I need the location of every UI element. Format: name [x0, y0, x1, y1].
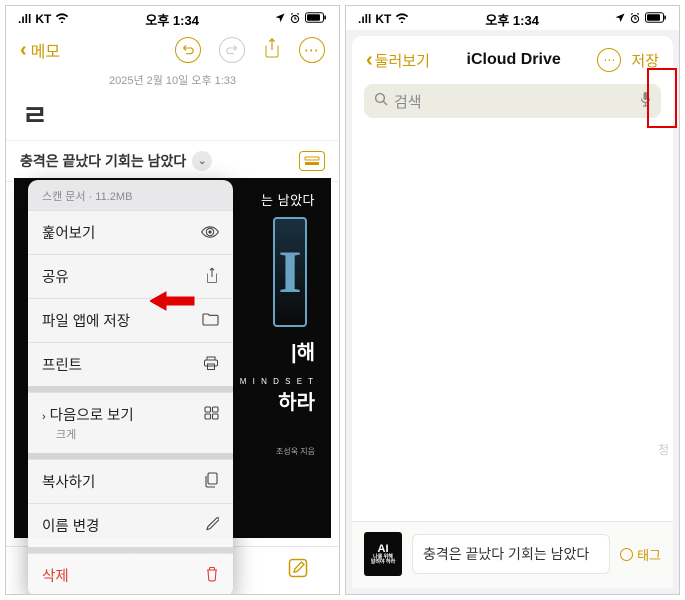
back-label: 메모 — [31, 38, 60, 62]
eye-icon — [201, 225, 219, 241]
status-bar: .ıll KT 오후 1:34 — [346, 6, 679, 30]
phone-left-notes-app: .ıll KT 오후 1:34 ‹ 메모 — [5, 5, 340, 595]
alarm-icon — [289, 12, 301, 27]
chevron-down-icon[interactable]: ⌄ — [192, 151, 212, 171]
scan-view-icon[interactable] — [299, 151, 325, 171]
printer-icon — [203, 356, 219, 374]
copy-icon — [204, 472, 219, 491]
index-letter: 청 — [658, 441, 669, 458]
share-button[interactable] — [263, 37, 281, 64]
battery-icon — [645, 12, 667, 26]
search-placeholder: 검색 — [394, 91, 422, 112]
wifi-icon — [55, 12, 69, 26]
attachment-title[interactable]: 충격은 끝났다 기회는 남았다 — [20, 151, 186, 171]
save-button[interactable]: 저장 — [631, 50, 659, 71]
book-subtitle: |해 M I N D S E T 하라 — [240, 341, 315, 416]
menu-copy[interactable]: 복사하기 — [28, 459, 233, 503]
attachment-header-bar: 충격은 끝났다 기회는 남았다 ⌄ — [6, 140, 339, 182]
undo-button[interactable] — [175, 37, 201, 63]
trash-icon — [205, 566, 219, 585]
new-note-button[interactable] — [288, 558, 308, 584]
nav-bar: ‹ 메모 ⋯ — [6, 30, 339, 70]
book-author: 조성욱 지음 — [276, 446, 315, 457]
alarm-icon — [629, 12, 641, 27]
browse-back-button[interactable]: ‹ 둘러보기 — [366, 49, 430, 72]
signal-strength-icon: .ıll — [18, 12, 31, 26]
battery-icon — [305, 12, 327, 26]
more-button[interactable]: ⋯ — [299, 37, 325, 63]
back-button[interactable]: ‹ 메모 — [20, 38, 60, 62]
pencil-icon — [205, 517, 219, 534]
signal-strength-icon: .ıll — [358, 12, 371, 26]
menu-header: 스캔 문서 · 11.2MB — [28, 180, 233, 210]
note-body-text[interactable]: ㄹ — [6, 94, 339, 140]
carrier-label: KT — [35, 12, 51, 26]
grid-icon — [204, 406, 219, 423]
chevron-left-icon: ‹ — [366, 49, 373, 72]
sheet-nav: ‹ 둘러보기 iCloud Drive ⋯ 저장 — [352, 36, 673, 80]
file-thumbnail: AI 나를 위해알려야 하라 — [364, 532, 402, 576]
chevron-left-icon: ‹ — [20, 39, 27, 62]
share-icon — [205, 267, 219, 287]
save-file-bar: AI 나를 위해알려야 하라 충격은 끝났다 기회는 남았다 태그 — [352, 521, 673, 588]
wifi-icon — [395, 12, 409, 26]
folder-contents[interactable] — [352, 128, 673, 521]
status-bar: .ıll KT 오후 1:34 — [6, 6, 339, 30]
annotation-arrow-save-to-files — [150, 290, 196, 317]
location-icon — [275, 12, 285, 26]
sheet-title: iCloud Drive — [467, 51, 561, 69]
status-time: 오후 1:34 — [485, 10, 539, 29]
save-sheet: ‹ 둘러보기 iCloud Drive ⋯ 저장 검색 청 — [352, 36, 673, 588]
filename-input[interactable]: 충격은 끝났다 기회는 남았다 — [412, 534, 610, 574]
menu-rename[interactable]: 이름 변경 — [28, 503, 233, 547]
sheet-more-button[interactable]: ⋯ — [597, 48, 621, 72]
menu-view-as[interactable]: ›다음으로 보기 크게 — [28, 392, 233, 453]
search-field[interactable]: 검색 — [364, 84, 661, 118]
tag-button[interactable]: 태그 — [620, 545, 661, 564]
phone-right-files-save-dialog: .ıll KT 오후 1:34 ‹ 둘러보기 — [345, 5, 680, 595]
search-icon — [374, 92, 388, 110]
menu-print[interactable]: 프린트 — [28, 342, 233, 386]
book-title-fragment: 는 남았다 — [261, 190, 315, 209]
book-cover-letter: I — [273, 217, 307, 327]
redo-button — [219, 37, 245, 63]
carrier-label: KT — [375, 12, 391, 26]
folder-icon — [202, 313, 219, 329]
menu-quick-look[interactable]: 훑어보기 — [28, 210, 233, 254]
menu-share[interactable]: 공유 — [28, 254, 233, 298]
attachment-context-menu: 스캔 문서 · 11.2MB 훑어보기 공유 파일 앱에 저장 프린트 — [28, 180, 233, 595]
menu-save-to-files[interactable]: 파일 앱에 저장 — [28, 298, 233, 342]
note-timestamp: 2025년 2월 10일 오후 1:33 — [6, 70, 339, 94]
status-time: 오후 1:34 — [145, 10, 199, 29]
location-icon — [615, 12, 625, 26]
menu-delete[interactable]: 삭제 — [28, 553, 233, 595]
dictation-icon[interactable] — [640, 91, 651, 111]
tag-circle-icon — [620, 548, 633, 561]
